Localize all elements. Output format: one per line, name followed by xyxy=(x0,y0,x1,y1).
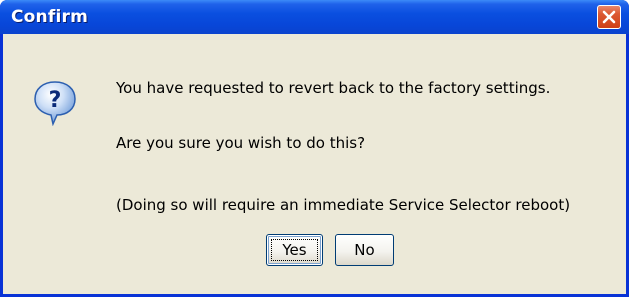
dialog-body: ? You have requested to revert back to t… xyxy=(3,34,626,294)
question-icon: ? xyxy=(34,81,76,126)
no-button-label: No xyxy=(354,241,375,259)
close-button[interactable] xyxy=(597,5,621,29)
confirm-dialog: Confirm ? You have requested to revert b… xyxy=(0,0,629,297)
focus-ring xyxy=(271,239,318,261)
no-button[interactable]: No xyxy=(335,234,394,266)
message-line-3: (Doing so will require an immediate Serv… xyxy=(116,196,571,214)
yes-button[interactable]: Yes xyxy=(266,234,323,266)
message-line-1: You have requested to revert back to the… xyxy=(116,79,551,97)
svg-text:?: ? xyxy=(49,88,62,113)
close-icon xyxy=(602,10,616,24)
message-line-2: Are you sure you wish to do this? xyxy=(116,134,366,152)
title-bar[interactable]: Confirm xyxy=(0,0,629,34)
window-title: Confirm xyxy=(11,7,88,27)
